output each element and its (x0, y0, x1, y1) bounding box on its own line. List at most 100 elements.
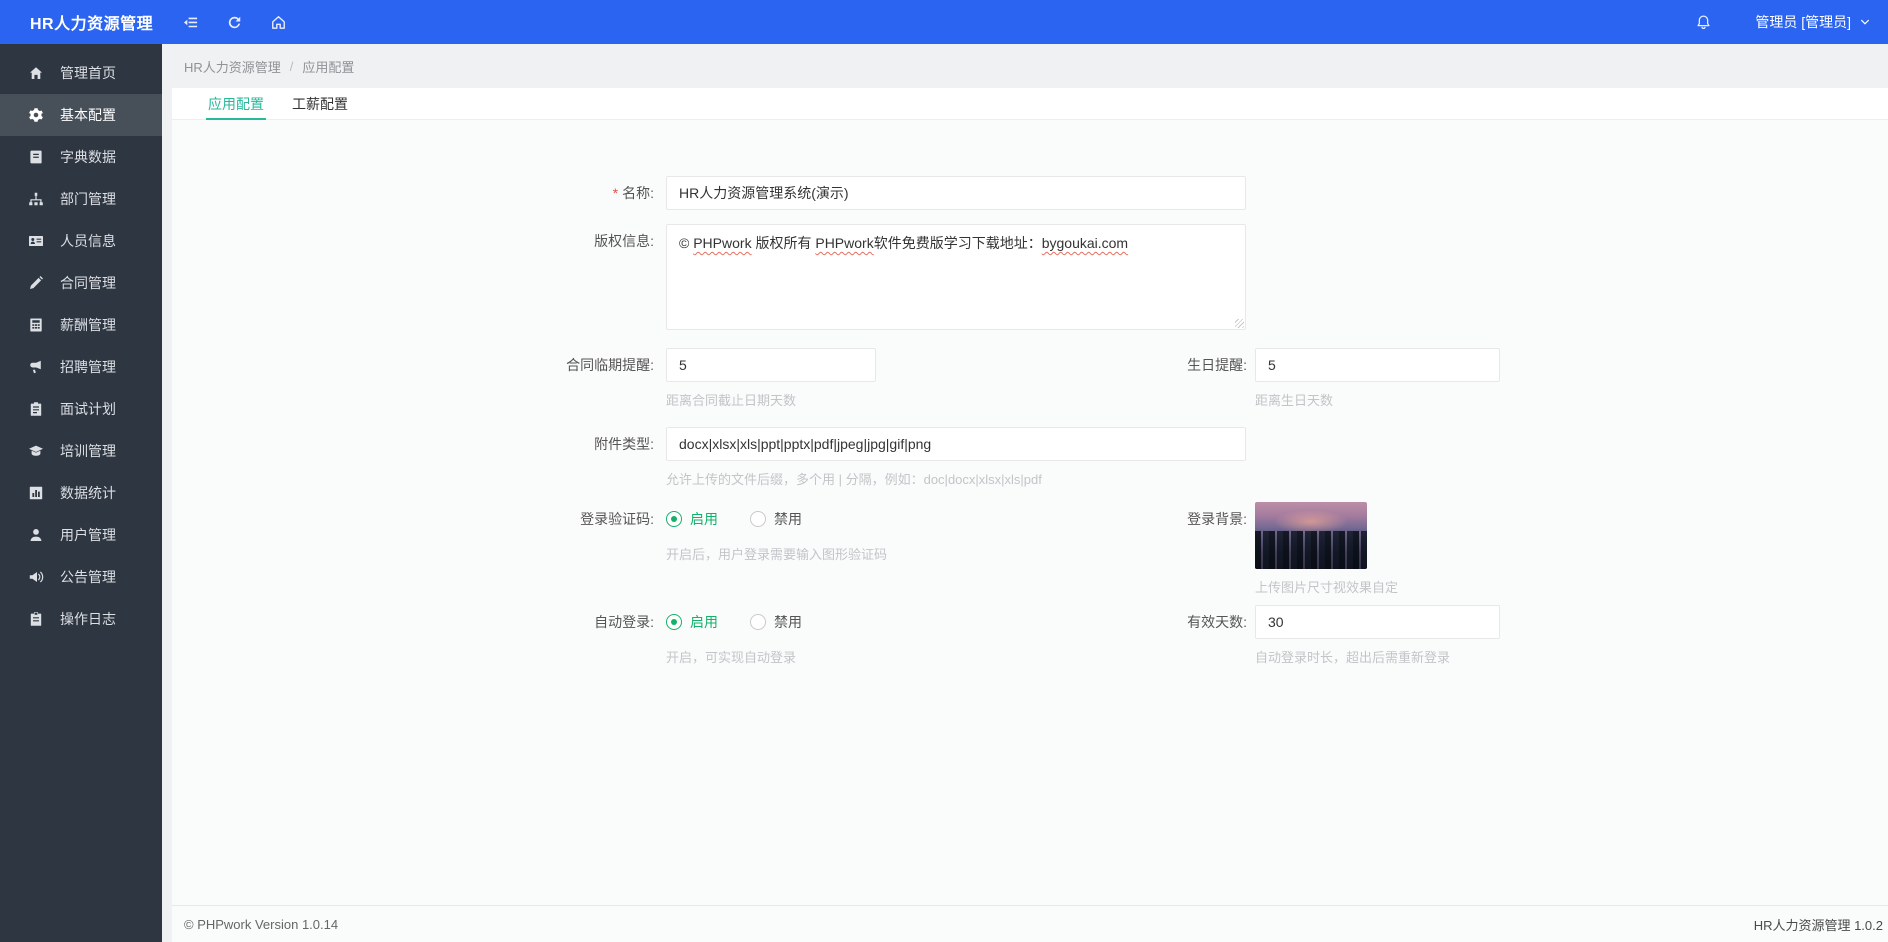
form-row-autologin: 自动登录: 启用 禁用 开启，可实现自动登录 有效天数: 30 自动登录时长，超… (172, 605, 1888, 666)
top-header: HR人力资源管理 管理员 [管理员] (0, 0, 1888, 44)
collapse-sidebar-icon[interactable] (168, 0, 212, 44)
form-row-name: * 名称: (172, 176, 1888, 210)
birthday-input[interactable] (1255, 348, 1500, 382)
sidebar-item-label: 操作日志 (60, 611, 116, 627)
auto-login-help: 开启，可实现自动登录 (666, 650, 797, 665)
radio-dot-icon (666, 511, 682, 527)
contract-pen-icon (28, 275, 44, 291)
megaphone-icon (28, 359, 44, 375)
attach-label: 附件类型: (594, 436, 654, 452)
sidebar-item-home[interactable]: 管理首页 (0, 52, 162, 94)
radio-label: 启用 (690, 511, 718, 527)
form-row-captcha: 登录验证码: 启用 禁用 开启后，用户登录需要输入图形验证码 登录背景: 上传图… (172, 502, 1888, 595)
calculator-icon (28, 317, 44, 333)
sidebar-item-dict-data[interactable]: 字典数据 (0, 136, 162, 178)
required-mark: * (612, 185, 619, 201)
captcha-label: 登录验证码: (580, 511, 654, 527)
home-icon (28, 65, 44, 81)
auto-login-label: 自动登录: (594, 614, 654, 630)
sidebar-item-label: 数据统计 (60, 485, 116, 501)
app-window: HR人力资源管理 管理员 [管理员] 管理首页 基本配置 字典数据 部门管理 人… (0, 0, 1888, 942)
captcha-enable-radio[interactable]: 启用 (666, 509, 718, 529)
sidebar-item-label: 管理首页 (60, 65, 116, 81)
copyright-text: PHPwork (693, 235, 752, 251)
sidebar-item-label: 字典数据 (60, 149, 116, 165)
copyright-textarea[interactable]: © PHPwork 版权所有 PHPwork软件免费版学习下载地址：bygouk… (666, 224, 1246, 330)
copyright-text: 软件免费版学习下载地址： (873, 235, 1042, 251)
sidebar-item-label: 面试计划 (60, 401, 116, 417)
sidebar-item-recruit[interactable]: 招聘管理 (0, 346, 162, 388)
valid-days-input[interactable] (1255, 605, 1500, 639)
sidebar-item-operation-log[interactable]: 操作日志 (0, 598, 162, 640)
breadcrumb-root[interactable]: HR人力资源管理 (184, 57, 281, 76)
page-footer: © PHPwork Version 1.0.14 HR人力资源管理 1.0.2 (172, 905, 1888, 942)
sidebar-nav: 管理首页 基本配置 字典数据 部门管理 人员信息 合同管理 薪酬管理 招聘管理 … (0, 44, 162, 942)
name-input[interactable] (666, 176, 1246, 210)
clipboard-icon (28, 401, 44, 417)
header-right: 管理员 [管理员] (1681, 0, 1888, 44)
copyright-text: © (679, 235, 694, 251)
sidebar-item-label: 招聘管理 (60, 359, 116, 375)
tab-salary-config[interactable]: 工薪配置 (278, 88, 362, 119)
sidebar-item-label: 基本配置 (60, 107, 116, 123)
sidebar-item-interview[interactable]: 面试计划 (0, 388, 162, 430)
sidebar-item-personnel[interactable]: 人员信息 (0, 220, 162, 262)
valid-days-label: 有效天数: (1187, 614, 1247, 630)
user-menu[interactable]: 管理员 [管理员] (1755, 12, 1872, 32)
chevron-down-icon (1860, 19, 1870, 25)
radio-label: 启用 (690, 614, 718, 630)
name-label: * 名称: (612, 185, 654, 201)
tab-app-config[interactable]: 应用配置 (194, 88, 278, 120)
birthday-help: 距离生日天数 (1255, 393, 1334, 408)
auto-login-enable-radio[interactable]: 启用 (666, 612, 718, 632)
book-icon (28, 149, 44, 165)
breadcrumb: HR人力资源管理 / 应用配置 (162, 44, 1888, 88)
bar-chart-icon (28, 485, 44, 501)
sidebar-item-users[interactable]: 用户管理 (0, 514, 162, 556)
gear-icon (28, 107, 44, 123)
graduation-cap-icon (28, 443, 44, 459)
main-area: HR人力资源管理 / 应用配置 应用配置 工薪配置 * 名称: HR人力资源管理… (162, 44, 1888, 942)
content-card: 应用配置 工薪配置 * 名称: HR人力资源管理系统(演示) 版权信息: © P… (172, 88, 1888, 942)
auto-login-disable-radio[interactable]: 禁用 (750, 612, 802, 632)
sidebar-item-label: 培训管理 (60, 443, 116, 459)
contract-due-help: 距离合同截止日期天数 (666, 393, 797, 408)
login-bg-help: 上传图片尺寸视效果自定 (1255, 580, 1399, 595)
tab-bar: 应用配置 工薪配置 (172, 88, 1888, 120)
speaker-icon (28, 569, 44, 585)
user-name: 管理员 [管理员] (1755, 14, 1851, 30)
user-icon (28, 527, 44, 543)
attach-help: 允许上传的文件后缀，多个用 | 分隔，例如：doc|docx|xlsx|xls|… (666, 472, 1042, 487)
sidebar-item-training[interactable]: 培训管理 (0, 430, 162, 472)
bell-icon[interactable] (1681, 0, 1725, 44)
radio-dot-icon (750, 511, 766, 527)
attach-input[interactable] (666, 427, 1246, 461)
copyright-label: 版权信息: (594, 233, 654, 249)
sidebar-item-label: 合同管理 (60, 275, 116, 291)
log-file-icon (28, 611, 44, 627)
sidebar-item-label: 公告管理 (60, 569, 116, 585)
header-left-icons (168, 0, 300, 44)
sidebar-item-salary[interactable]: 薪酬管理 (0, 304, 162, 346)
contract-due-input[interactable] (666, 348, 876, 382)
form-row-attach: 附件类型: 允许上传的文件后缀，多个用 | 分隔，例如：doc|docx|xls… (172, 427, 1888, 488)
sidebar-item-label: 部门管理 (60, 191, 116, 207)
sidebar-item-statistics[interactable]: 数据统计 (0, 472, 162, 514)
copyright-text: PHPwork (815, 235, 874, 251)
sidebar-item-basic-config[interactable]: 基本配置 (0, 94, 162, 136)
sidebar-item-department[interactable]: 部门管理 (0, 178, 162, 220)
app-config-form: *名称: 版权信息: © PHPwork 版权所有 PHPwork软件免费版学习… (172, 120, 1888, 905)
id-card-icon (28, 233, 44, 249)
sidebar-item-announcement[interactable]: 公告管理 (0, 556, 162, 598)
tab-label: 工薪配置 (292, 95, 348, 112)
form-row-copyright: 版权信息: © PHPwork 版权所有 PHPwork软件免费版学习下载地址：… (172, 224, 1888, 330)
home-icon[interactable] (256, 0, 300, 44)
login-bg-label: 登录背景: (1187, 511, 1247, 527)
body-wrap: 管理首页 基本配置 字典数据 部门管理 人员信息 合同管理 薪酬管理 招聘管理 … (0, 44, 1888, 942)
copyright-text: 版权所有 (751, 235, 816, 251)
sidebar-item-label: 薪酬管理 (60, 317, 116, 333)
refresh-icon[interactable] (212, 0, 256, 44)
login-background-thumbnail[interactable] (1255, 502, 1367, 569)
sidebar-item-contract[interactable]: 合同管理 (0, 262, 162, 304)
captcha-disable-radio[interactable]: 禁用 (750, 509, 802, 529)
